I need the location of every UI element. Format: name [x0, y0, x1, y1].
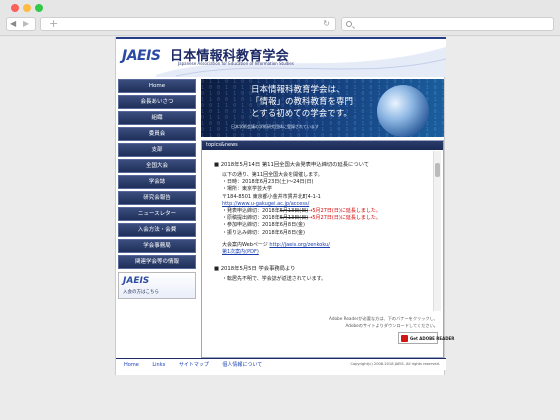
sidebar-item-membership[interactable]: 入会方法・会費: [118, 223, 196, 237]
adobe-reader-icon: [401, 335, 408, 342]
address-bar[interactable]: + ↻: [40, 17, 336, 31]
site-logo[interactable]: JAEIS: [122, 48, 161, 64]
topics-news-panel: topics&news ■ 2018年5月14日 第11回全国大会発表申込締切の…: [201, 140, 454, 358]
back-arrow-icon[interactable]: ◀: [10, 19, 16, 28]
browser-titlebar: ◀ ▶ + ↻: [0, 0, 560, 36]
deadline-new: →5月27日(日)に延長しました。: [308, 208, 381, 215]
site-subtitle: Japanese Association for Education of In…: [178, 61, 294, 66]
copyright-text: Copyright(c) 2008-2018 JAEIS. All rights…: [350, 362, 440, 366]
deadline-prefix: ・原稿提出締切：2018年: [222, 215, 280, 222]
deadline-old: 5月13日(日): [279, 215, 309, 222]
news-scrollbar[interactable]: [433, 151, 441, 311]
adobe-reader-label: Get ADOBE READER: [410, 336, 455, 341]
news-line: ・場所：東京学芸大学: [222, 186, 273, 193]
get-adobe-reader-button[interactable]: Get ADOBE READER: [398, 332, 454, 344]
sidebar-item-related-societies[interactable]: 関連学会等の情報: [118, 255, 196, 269]
news-line: 〒184-8501 東京都小金井市貫井北町4-1-1: [222, 193, 321, 200]
minimize-window-button[interactable]: [23, 4, 31, 12]
web-page-label: 大会案内Webページ: [222, 241, 268, 248]
search-bar[interactable]: [341, 17, 554, 31]
pdf-guide-link[interactable]: 第1次案内(PDF): [222, 249, 259, 255]
deadline-old: 5月13日(日): [279, 208, 309, 215]
hero-note: 日本学術会議の学術研究団体に登録されています: [231, 124, 319, 129]
sidebar-item-committee[interactable]: 委員会: [118, 127, 196, 141]
sidebar-item-newsletter[interactable]: ニュースレター: [118, 207, 196, 221]
sidebar-item-national-conference[interactable]: 全国大会: [118, 159, 196, 173]
news-line: 大会案内Webページ http://jaeis.org/zenkoku/: [214, 242, 424, 249]
hero-text-line-2: 「情報」の教科教育を専門: [251, 97, 354, 107]
footer-link-links[interactable]: Links: [152, 362, 165, 368]
topics-news-header: topics&news: [202, 141, 443, 150]
news-line: ・振り込み締切：2018年6月8日(金): [222, 229, 305, 236]
site-container: JAEIS 日本情報科教育学会 Japanese Association for…: [115, 37, 454, 375]
hero-text-line-3: とする初めての学会です。: [251, 109, 352, 119]
sidebar-item-secretariat[interactable]: 学会事務局: [118, 239, 196, 253]
sidebar-item-journal[interactable]: 学会誌: [118, 175, 196, 189]
globe-image: [377, 85, 429, 137]
site-footer: Home Links サイトマップ 個人情報について Copyright(c) …: [116, 358, 446, 370]
news-content: ■ 2018年5月14日 第11回全国大会発表申込締切の延長について 以下の通り…: [214, 157, 424, 283]
adobe-note-line-1: Adobe Readerが必要な方は、下のバナーをクリックし、: [329, 316, 438, 321]
sidebar-menu: Home 会長あいさつ 組織 委員会 支部 全国大会 学会誌 研究会報告 ニュー…: [118, 79, 196, 299]
sidebar-item-organization[interactable]: 組織: [118, 111, 196, 125]
deadline-prefix: ・発表申込締切：2018年: [222, 208, 280, 215]
news-item-heading: ■ 2018年5月5日 学会事務局より: [214, 266, 296, 273]
access-link[interactable]: http://www.u-gakugei.ac.jp/access/: [222, 201, 309, 207]
footer-links: Home Links サイトマップ 個人情報について: [124, 361, 274, 368]
maximize-window-button[interactable]: [35, 4, 43, 12]
search-icon: [346, 21, 352, 27]
browser-window: ◀ ▶ + ↻ JAEIS 日本情報科教育学会 Japanese Associa…: [0, 0, 560, 420]
join-banner[interactable]: JAEIS 入会の方はこちら: [118, 272, 196, 299]
footer-link-privacy[interactable]: 個人情報について: [222, 362, 262, 368]
page-viewport: JAEIS 日本情報科教育学会 Japanese Association for…: [0, 37, 560, 420]
navigation-buttons: ◀ ▶: [6, 17, 36, 31]
sidebar-item-greeting[interactable]: 会長あいさつ: [118, 95, 196, 109]
hero-banner: 0 1 1 0 1 0 0 1 1 1 0 1 0 0 1 0 1 1 0 1 …: [201, 79, 444, 137]
news-line: ・転居先不明で、学会誌が返送されています。: [222, 276, 327, 283]
news-line: 第1次案内(PDF): [214, 249, 424, 256]
news-item-heading: ■ 2018年5月14日 第11回全国大会発表申込締切の延長について: [214, 162, 370, 168]
topics-news-title: topics&news: [206, 142, 238, 148]
sidebar-item-research-reports[interactable]: 研究会報告: [118, 191, 196, 205]
scrollbar-thumb[interactable]: [435, 163, 440, 177]
news-line: ・参加申込締切：2018年6月8日(金): [222, 222, 305, 229]
banner-text: 入会の方はこちら: [123, 290, 159, 295]
deadline-new: →5月27日(日)に延長しました。: [308, 215, 381, 222]
footer-link-home[interactable]: Home: [124, 362, 139, 368]
news-line: http://www.u-gakugei.ac.jp/access/: [214, 201, 424, 208]
close-window-button[interactable]: [11, 4, 19, 12]
adobe-note-line-2: Adobeのサイトよりダウンロードしてください。: [345, 323, 438, 328]
sidebar-item-home[interactable]: Home: [118, 79, 196, 93]
new-tab-icon[interactable]: +: [49, 18, 58, 30]
banner-logo: JAEIS: [123, 276, 150, 286]
hero-text-line-1: 日本情報科教育学会は、: [251, 85, 345, 95]
forward-arrow-icon[interactable]: ▶: [23, 19, 29, 28]
news-scroll-area[interactable]: ■ 2018年5月14日 第11回全国大会発表申込締切の延長について 以下の通り…: [202, 151, 443, 311]
site-header: JAEIS 日本情報科教育学会 Japanese Association for…: [116, 37, 446, 77]
sidebar-item-branches[interactable]: 支部: [118, 143, 196, 157]
reload-icon[interactable]: ↻: [323, 19, 330, 28]
conference-web-link[interactable]: http://jaeis.org/zenkoku/: [269, 242, 330, 248]
footer-link-sitemap[interactable]: サイトマップ: [179, 362, 209, 368]
